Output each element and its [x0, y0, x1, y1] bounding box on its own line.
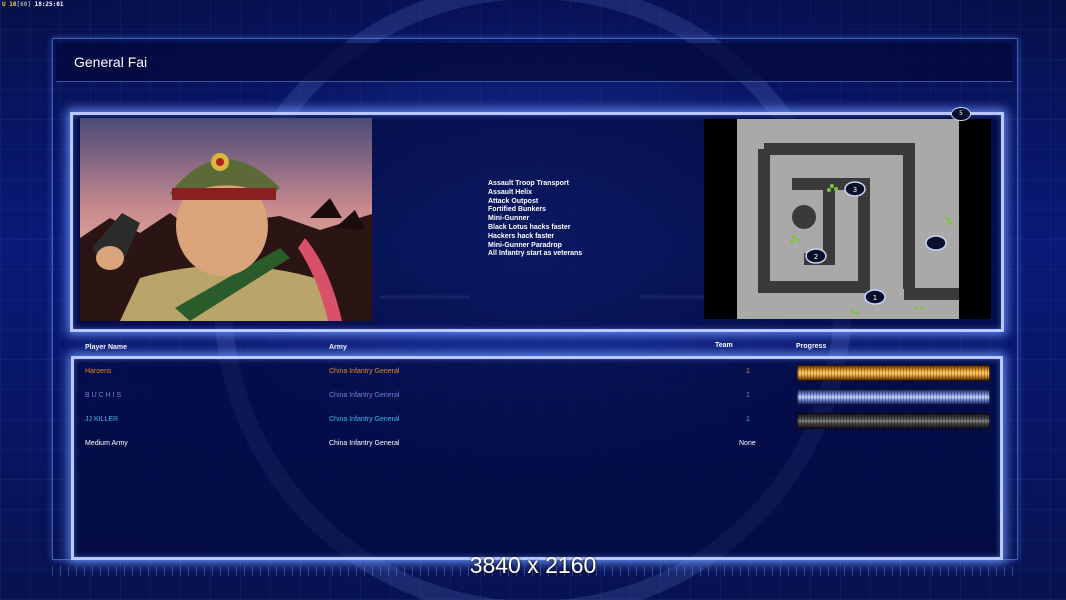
player-start-marker[interactable]: 1	[864, 289, 886, 305]
upgrade-list: Assault Troop Transport Assault Helix At…	[488, 180, 582, 259]
player-name: B U C H I S	[85, 392, 122, 399]
title-bar	[56, 43, 1012, 82]
player-army: China Infantry General	[329, 368, 400, 375]
player-name: Medium Army	[85, 440, 128, 447]
status-readout: U 10[60] 18:25:01	[2, 1, 64, 8]
upgrade-item: Mini-Gunner	[488, 215, 530, 223]
player-army: China Infantry General	[329, 440, 400, 447]
upgrade-item: Attack Outpost	[488, 197, 539, 205]
upgrade-item: All Infantry start as veterans	[488, 250, 583, 258]
header-team: Team	[715, 342, 733, 349]
upgrade-item: Assault Helix	[488, 188, 532, 196]
header-progress: Progress	[796, 343, 827, 350]
svg-text:2: 2	[814, 253, 818, 261]
svg-text:1: 1	[873, 294, 877, 302]
player-army: China Infantry General	[329, 392, 400, 399]
general-title: General Fai	[74, 54, 148, 70]
players-panel	[71, 356, 1003, 560]
upgrade-item: Hackers hack faster	[488, 232, 555, 240]
resolution-watermark: 3840 x 2160	[469, 552, 597, 578]
player-name: JJ KILLER	[85, 416, 119, 423]
player-army: China Infantry General	[329, 416, 400, 423]
player-name: Haroens	[85, 368, 112, 375]
upgrade-item: Black Lotus hacks faster	[488, 223, 571, 231]
header-player-name: Player Name	[85, 344, 128, 351]
upgrade-item: Fortified Bunkers	[488, 206, 546, 214]
player-start-marker[interactable]: 3	[844, 181, 866, 197]
svg-text:3: 3	[853, 186, 857, 194]
progress-bar	[797, 365, 990, 381]
header-army: Army	[329, 344, 347, 351]
player-team: 1	[746, 416, 750, 423]
player-team: 1	[746, 392, 750, 399]
upgrade-item: Mini-Gunner Paradrop	[488, 241, 562, 249]
player-team: None	[739, 440, 756, 447]
status-unit: U	[2, 1, 6, 8]
general-portrait	[80, 118, 372, 321]
map-preview[interactable]: 1 2 3	[704, 119, 991, 319]
player-team: 1	[746, 368, 750, 375]
upgrade-item: Assault Troop Transport	[488, 180, 569, 187]
status-clock: 18:25:01	[34, 1, 64, 8]
player-start-marker[interactable]: 5	[951, 107, 971, 121]
progress-bar	[797, 389, 990, 405]
player-start-marker[interactable]: 2	[805, 248, 827, 264]
progress-bar	[797, 413, 990, 429]
player-start-marker[interactable]	[925, 235, 947, 251]
